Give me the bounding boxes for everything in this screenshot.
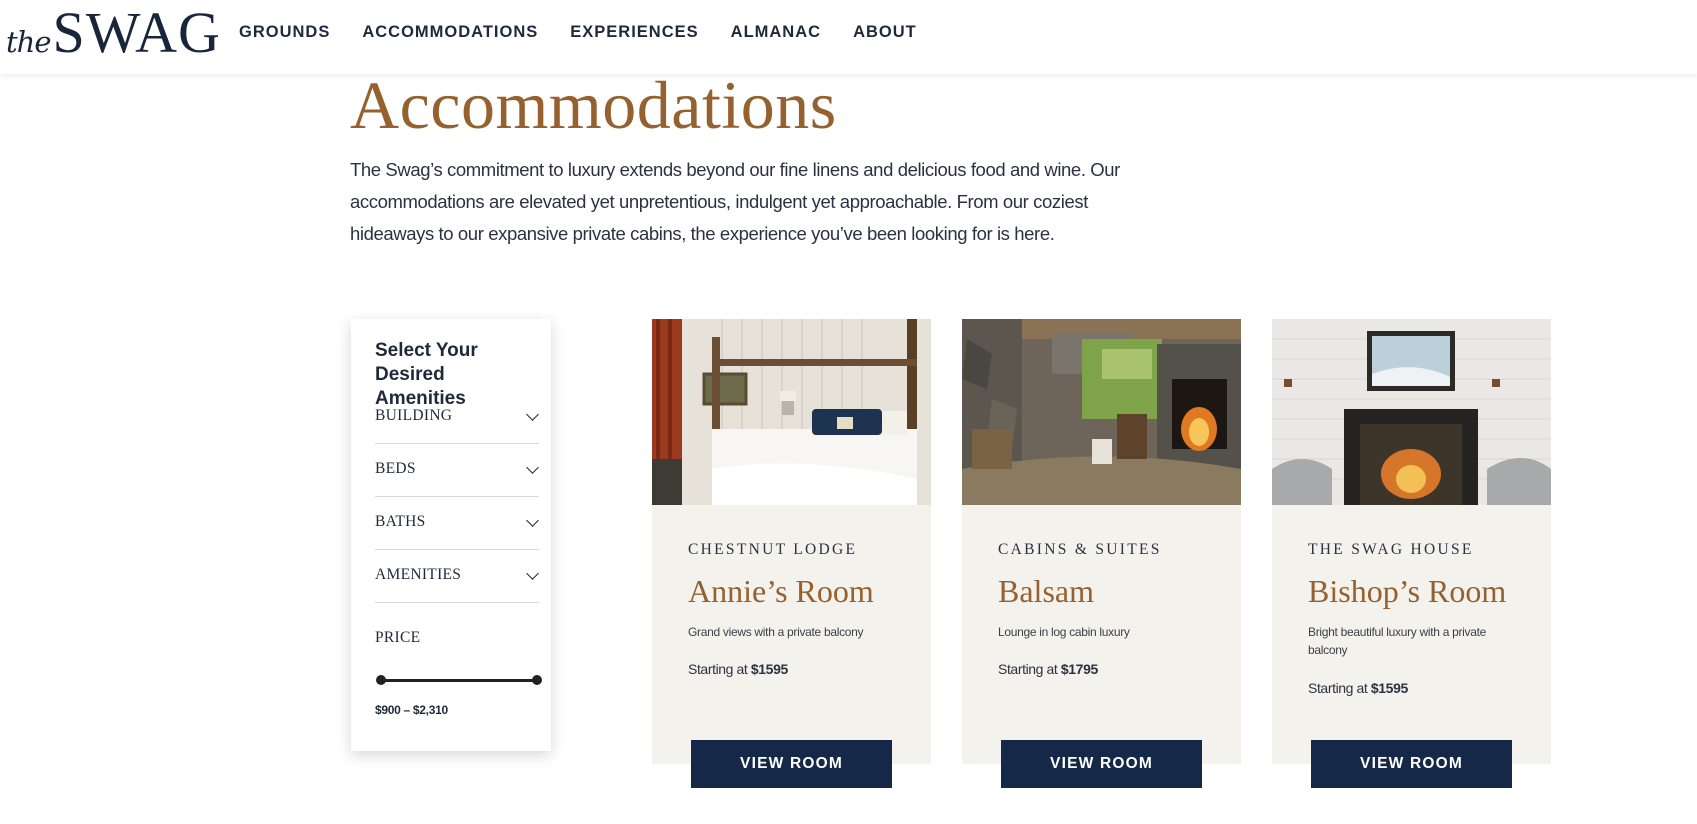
price-prefix: Starting at bbox=[688, 661, 751, 677]
price-slider-max-handle[interactable] bbox=[532, 675, 542, 685]
logo-swag: SWAG bbox=[52, 0, 221, 65]
card-room-name[interactable]: Bishop’s Room bbox=[1308, 573, 1506, 610]
room-card-annies-room: CHESTNUT LODGE Annie’s Room Grand views … bbox=[652, 319, 931, 788]
room-card-balsam: CABINS & SUITES Balsam Lounge in log cab… bbox=[962, 319, 1241, 788]
price-slider-track[interactable] bbox=[379, 679, 535, 682]
card-description: Bright beautiful luxury with a private b… bbox=[1308, 625, 1487, 657]
price-value: $1595 bbox=[1370, 680, 1408, 696]
chevron-down-icon bbox=[526, 567, 539, 580]
page-title: Accommodations bbox=[350, 67, 837, 143]
site-logo[interactable]: the SWAG bbox=[6, 4, 221, 62]
view-room-button[interactable]: VIEW ROOM bbox=[1001, 740, 1202, 788]
card-description: Grand views with a private balcony bbox=[688, 625, 864, 639]
nav-experiences[interactable]: EXPERIENCES bbox=[570, 23, 698, 42]
card-body: CABINS & SUITES Balsam Lounge in log cab… bbox=[962, 505, 1241, 764]
chevron-down-icon bbox=[526, 408, 539, 421]
card-category: THE SWAG HOUSE bbox=[1308, 541, 1474, 558]
card-body: THE SWAG HOUSE Bishop’s Room Bright beau… bbox=[1272, 505, 1551, 764]
card-description: Lounge in log cabin luxury bbox=[998, 625, 1130, 639]
site-header: the SWAG GROUNDS ACCOMMODATIONS EXPERIEN… bbox=[0, 0, 1697, 74]
card-category: CABINS & SUITES bbox=[998, 541, 1162, 558]
filter-amenities-label: AMENITIES bbox=[375, 566, 462, 583]
filter-amenities[interactable]: AMENITIES bbox=[375, 550, 539, 603]
nav-almanac[interactable]: ALMANAC bbox=[731, 23, 821, 42]
intro-text: The Swag’s commitment to luxury extends … bbox=[350, 159, 1120, 244]
card-price: Starting at $1595 bbox=[688, 661, 788, 677]
main-nav: GROUNDS ACCOMMODATIONS EXPERIENCES ALMAN… bbox=[239, 23, 949, 42]
amenities-filter: Select Your Desired Amenities BUILDING B… bbox=[351, 319, 551, 751]
filter-building-label: BUILDING bbox=[375, 407, 453, 424]
price-prefix: Starting at bbox=[998, 661, 1061, 677]
view-room-button[interactable]: VIEW ROOM bbox=[691, 740, 892, 788]
chevron-down-icon bbox=[526, 514, 539, 527]
price-prefix: Starting at bbox=[1308, 680, 1371, 696]
price-value: $1595 bbox=[750, 661, 788, 677]
card-room-name[interactable]: Annie’s Room bbox=[688, 573, 874, 610]
card-room-name[interactable]: Balsam bbox=[998, 573, 1094, 610]
filter-baths[interactable]: BATHS bbox=[375, 497, 539, 550]
filter-beds[interactable]: BEDS bbox=[375, 444, 539, 497]
card-body: CHESTNUT LODGE Annie’s Room Grand views … bbox=[652, 505, 931, 764]
price-label: PRICE bbox=[375, 629, 421, 646]
card-price: Starting at $1595 bbox=[1308, 680, 1408, 696]
logo-the: the bbox=[6, 25, 51, 59]
price-value: $1795 bbox=[1060, 661, 1098, 677]
nav-about[interactable]: ABOUT bbox=[853, 23, 917, 42]
cabin-fireplace-photo[interactable] bbox=[962, 319, 1241, 505]
room-card-bishops-room: THE SWAG HOUSE Bishop’s Room Bright beau… bbox=[1272, 319, 1551, 788]
brick-fireplace-photo[interactable] bbox=[1272, 319, 1551, 505]
filter-building[interactable]: BUILDING bbox=[375, 391, 539, 444]
filter-baths-label: BATHS bbox=[375, 513, 426, 530]
price-range-value: $900 – $2,310 bbox=[375, 703, 448, 717]
card-category: CHESTNUT LODGE bbox=[688, 541, 858, 558]
filter-beds-label: BEDS bbox=[375, 460, 416, 477]
bedroom-photo[interactable] bbox=[652, 319, 931, 505]
nav-accommodations[interactable]: ACCOMMODATIONS bbox=[362, 23, 538, 42]
view-room-button[interactable]: VIEW ROOM bbox=[1311, 740, 1512, 788]
chevron-down-icon bbox=[526, 461, 539, 474]
price-slider-min-handle[interactable] bbox=[376, 675, 386, 685]
card-price: Starting at $1795 bbox=[998, 661, 1098, 677]
nav-grounds[interactable]: GROUNDS bbox=[239, 23, 330, 42]
